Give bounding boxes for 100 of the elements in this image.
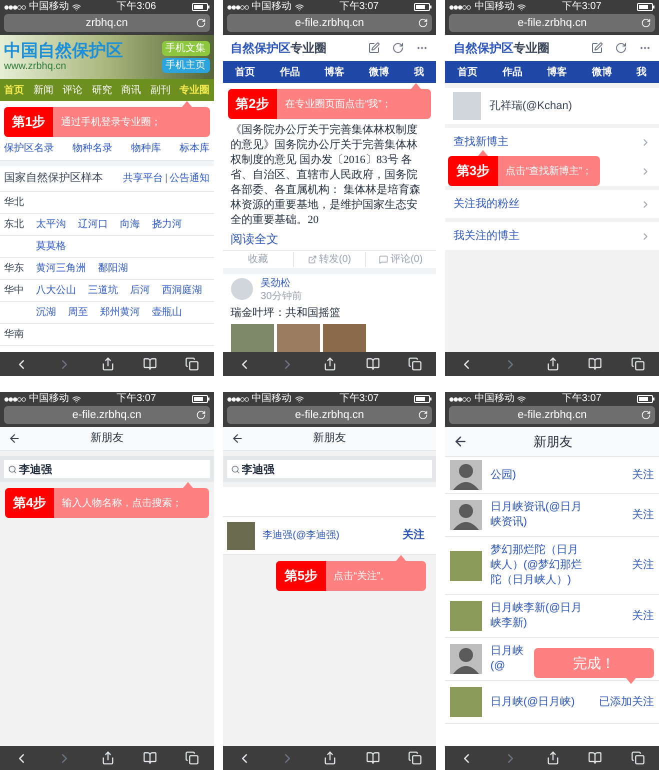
reserve-link[interactable]: 辽河口 xyxy=(78,216,108,232)
quick-link[interactable]: 物种名录 xyxy=(72,141,113,156)
reserve-link[interactable]: 向海 xyxy=(120,216,140,232)
nav-item[interactable]: 博客 xyxy=(547,64,568,80)
section-link[interactable]: 共享平台 xyxy=(123,170,164,186)
follow-button[interactable]: 关注 xyxy=(596,608,654,624)
reserve-link[interactable]: 太平沟 xyxy=(36,216,66,232)
search-field[interactable]: 李迪强 xyxy=(226,460,432,478)
avatar xyxy=(453,92,482,120)
back-arrow-icon[interactable] xyxy=(8,432,21,445)
reserve-link[interactable]: 后河 xyxy=(130,282,150,298)
menu-item[interactable]: 关注我的粉丝 xyxy=(445,190,659,218)
share-icon[interactable] xyxy=(323,357,338,371)
user-name[interactable]: 公园) xyxy=(490,468,588,482)
wifi-icon xyxy=(517,2,526,12)
bookmarks-icon[interactable] xyxy=(143,357,158,371)
reserve-link[interactable]: 莫莫格 xyxy=(36,238,66,254)
user-name[interactable]: 李迪强(@李迪强) xyxy=(262,528,394,543)
user-name[interactable]: 日月峡(@日月峡) xyxy=(490,694,588,710)
reserve-link[interactable]: 周至 xyxy=(68,304,88,320)
nav-item[interactable]: 首页 xyxy=(235,64,256,80)
tabs-icon[interactable] xyxy=(408,751,422,765)
nav-item[interactable]: 首页 xyxy=(458,64,478,80)
nav-item[interactable]: 作品 xyxy=(280,64,300,80)
quick-link[interactable]: 保护区名录 xyxy=(4,141,54,156)
tabs-icon[interactable] xyxy=(185,357,200,371)
quick-link[interactable]: 物种库 xyxy=(131,141,162,156)
tabs-icon[interactable] xyxy=(630,357,645,371)
user-name[interactable]: 日月峡李新(@日月峡李新) xyxy=(490,601,588,631)
share-icon[interactable] xyxy=(100,357,115,371)
nav-item[interactable]: 新闻 xyxy=(33,82,54,98)
bookmarks-icon[interactable] xyxy=(366,357,380,371)
tabs-icon[interactable] xyxy=(630,751,645,765)
reserve-link[interactable]: 壶瓶山 xyxy=(152,304,182,320)
address-bar[interactable]: e-file.zrbhq.cn xyxy=(226,406,432,424)
reserve-link[interactable]: 鄱阳湖 xyxy=(98,260,128,276)
url-text: e-file.zrbhq.cn xyxy=(72,408,142,423)
edit-icon[interactable] xyxy=(591,42,603,54)
tabs-icon[interactable] xyxy=(408,357,422,371)
bookmarks-icon[interactable] xyxy=(366,751,380,765)
reserve-link[interactable]: 挠力河 xyxy=(152,216,182,232)
address-bar[interactable]: zrbhq.cn xyxy=(4,14,210,32)
edit-icon[interactable] xyxy=(368,42,380,54)
user-name[interactable]: 梦幻那烂陀（日月峡人）(@梦幻那烂陀（日月峡人）) xyxy=(490,543,588,588)
wifi-icon xyxy=(517,394,526,404)
search-field[interactable]: 李迪强 xyxy=(4,460,210,478)
author-name[interactable]: 吴劲松 xyxy=(260,278,302,290)
address-bar[interactable]: e-file.zrbhq.cn xyxy=(4,406,210,424)
nav-item[interactable]: 我 xyxy=(414,64,424,80)
signal-icon xyxy=(226,396,249,402)
menu-item[interactable]: 我关注的博主 xyxy=(445,222,659,250)
battery-icon xyxy=(192,3,210,11)
nav-item[interactable]: 副刊 xyxy=(150,82,170,98)
bookmarks-icon[interactable] xyxy=(588,357,602,371)
quick-link[interactable]: 标本库 xyxy=(180,141,210,156)
url-text: e-file.zrbhq.cn xyxy=(518,16,587,31)
nav-item[interactable]: 商讯 xyxy=(121,82,142,98)
bookmarks-icon[interactable] xyxy=(588,751,602,765)
refresh-icon[interactable] xyxy=(615,42,627,54)
reserve-link[interactable]: 沉湖 xyxy=(36,304,56,320)
read-more-link[interactable]: 阅读全文 xyxy=(222,228,287,250)
nav-item[interactable]: 我 xyxy=(636,64,647,80)
follow-button[interactable]: 关注 xyxy=(596,557,654,574)
address-bar[interactable]: e-file.zrbhq.cn xyxy=(449,406,655,424)
search-icon xyxy=(8,464,17,474)
nav-item[interactable]: 微博 xyxy=(369,64,390,80)
refresh-icon[interactable] xyxy=(392,42,404,54)
nav-item[interactable]: 微博 xyxy=(592,64,612,80)
site-address: www.zrbhq.cn xyxy=(4,61,68,74)
follow-button[interactable]: 关注 xyxy=(596,506,654,524)
share-icon[interactable] xyxy=(100,751,115,765)
follow-button[interactable]: 已添加关注 xyxy=(596,694,654,710)
reserve-link[interactable]: 郑州黄河 xyxy=(100,304,140,320)
follow-button[interactable]: 关注 xyxy=(596,466,654,484)
photo-placeholder xyxy=(450,601,482,631)
address-bar[interactable]: e-file.zrbhq.cn xyxy=(226,14,432,32)
reserve-link[interactable]: 八大公山 xyxy=(36,282,76,298)
reserve-link[interactable]: 三道坑 xyxy=(88,282,118,298)
tabs-icon[interactable] xyxy=(185,751,200,765)
section-link[interactable]: 公告通知 xyxy=(170,170,210,186)
bookmarks-icon[interactable] xyxy=(143,751,158,765)
menu-item[interactable]: 查找新博主 xyxy=(445,128,659,156)
forward-icon xyxy=(308,255,317,264)
nav-item[interactable]: 作品 xyxy=(502,64,522,80)
share-icon[interactable] xyxy=(546,751,560,765)
reserve-link[interactable]: 西洞庭湖 xyxy=(162,282,202,298)
share-icon[interactable] xyxy=(323,751,338,765)
user-name[interactable]: 日月峡(@ xyxy=(490,644,526,674)
region-label: 华中 xyxy=(4,284,24,298)
nav-item[interactable]: 评论 xyxy=(62,82,83,98)
address-bar[interactable]: e-file.zrbhq.cn xyxy=(449,14,655,32)
nav-item[interactable]: 研究 xyxy=(92,82,112,98)
share-icon[interactable] xyxy=(546,357,560,371)
back-arrow-icon[interactable] xyxy=(230,432,244,445)
link-separator: | xyxy=(165,172,168,186)
reserve-link[interactable]: 黄河三角洲 xyxy=(36,260,86,276)
follow-button[interactable]: 关注 xyxy=(402,527,432,544)
default-avatar-icon xyxy=(450,460,482,490)
nav-item[interactable]: 博客 xyxy=(324,64,344,80)
user-name[interactable]: 日月峡资讯(@日月峡资讯) xyxy=(490,500,588,530)
